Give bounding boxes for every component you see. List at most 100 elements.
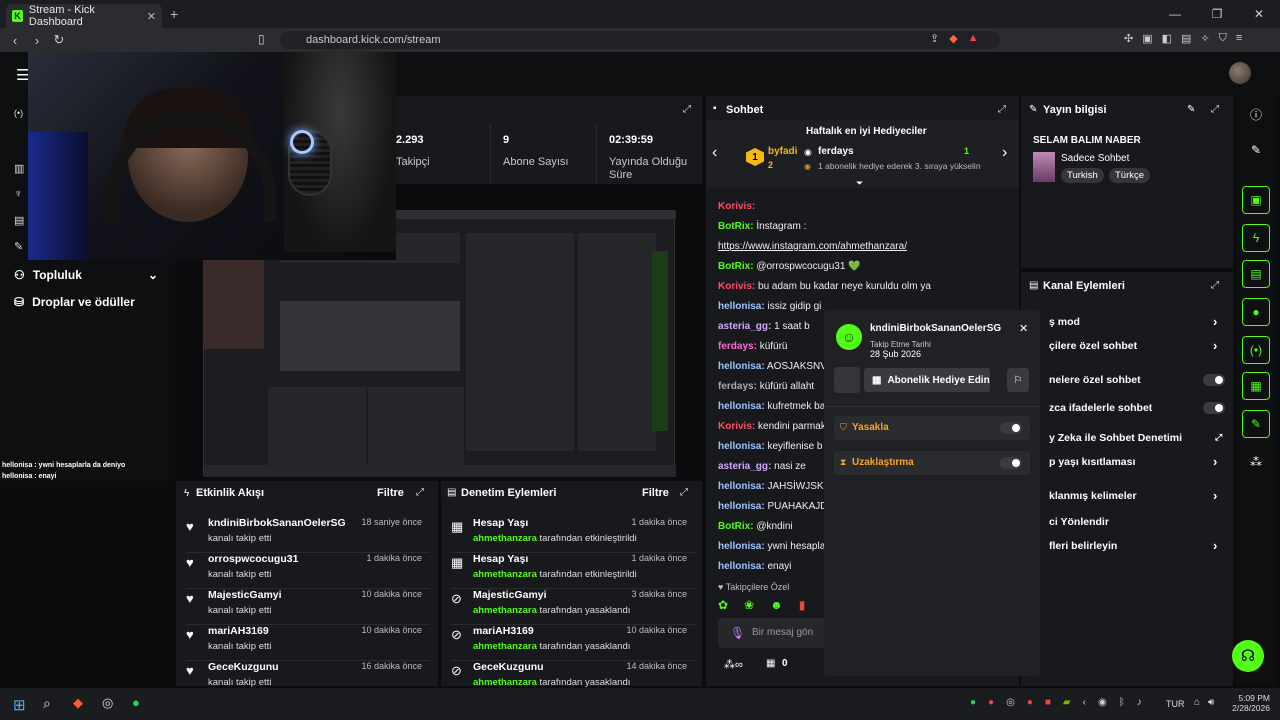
sidebar-item-drops[interactable]: ⛁ Droplar ve ödüller (14, 295, 135, 309)
timeout-row[interactable]: ⧗ Uzaklaştırma (834, 451, 1030, 475)
vpn-icon[interactable]: ⛉ (1219, 32, 1227, 45)
channel-action-row[interactable]: y Zeka ile Sohbet Denetimi ⤢ (1049, 432, 1229, 444)
activity-item[interactable]: ♥ kndiniBirbokSananOelerSG kanalı takip et… (186, 517, 430, 553)
chat-username[interactable]: ferdays: (718, 341, 757, 352)
scene-icon[interactable]: ▣ (1242, 186, 1270, 214)
moderation-item[interactable]: ▦ Hesap Yaşı ahmethanzara tarafından etkin… (451, 553, 695, 589)
document-icon[interactable]: ▤ (1242, 260, 1270, 288)
bluetooth-icon[interactable]: ᛒ (1119, 697, 1125, 708)
chat-bubble-icon[interactable]: ● (1242, 298, 1270, 326)
chevron-left-icon[interactable]: ‹ (712, 144, 717, 162)
infinity-icon[interactable]: ⁂∞ (724, 658, 743, 671)
wallet-icon[interactable]: ▤ (1181, 32, 1191, 45)
leo-icon[interactable]: ✧ (1200, 32, 1209, 45)
back-icon[interactable]: ‹ (4, 33, 26, 48)
pencil-icon[interactable]: ✎ (1242, 136, 1270, 164)
nvidia-icon[interactable]: ▰ (1063, 697, 1071, 708)
chat-username[interactable]: hellonisa: (718, 441, 765, 452)
windows-start-icon[interactable]: ⊞ (13, 696, 26, 714)
new-tab-icon[interactable]: + (170, 6, 178, 22)
chat-username[interactable]: hellonisa: (718, 361, 765, 372)
layout-icon[interactable]: ▦ (1242, 372, 1270, 400)
channel-action-row[interactable]: zca ifadelerle sohbet (1049, 402, 1229, 414)
chevron-right-icon[interactable]: › (1002, 144, 1007, 162)
channel-action-row[interactable]: nelere özel sohbet (1049, 374, 1229, 386)
channel-action-row[interactable]: ci Yönlendir (1049, 516, 1229, 528)
mic-icon[interactable]: ♪ (1137, 697, 1142, 708)
chat-username[interactable]: hellonisa: (718, 401, 765, 412)
chat-message[interactable]: https://www.instagram.com/ahmethanzara/ (718, 240, 1018, 254)
minimize-icon[interactable]: — (1154, 0, 1196, 28)
edit-icon[interactable]: ✎ (1187, 104, 1195, 115)
expand-icon[interactable]: ⤢ (416, 487, 424, 498)
media-icon[interactable]: ▣ (1142, 32, 1152, 45)
chat-username[interactable]: Korivis: (718, 281, 755, 292)
chat-username[interactable]: hellonisa: (718, 301, 765, 312)
stream-icon[interactable]: (•) (14, 108, 23, 118)
support-icon[interactable]: ☊ (1232, 640, 1264, 672)
action-toggle[interactable] (1203, 374, 1225, 386)
emote-icon[interactable]: ✿ (718, 598, 728, 612)
close-icon[interactable]: ✕ (1019, 322, 1028, 335)
tray-icon[interactable]: ■ (1045, 697, 1051, 708)
chat-username[interactable]: hellonisa: (718, 561, 765, 572)
chat-username[interactable]: Korivis: (718, 201, 755, 212)
chat-username[interactable]: Korivis: (718, 421, 755, 432)
action-toggle[interactable] (1203, 402, 1225, 414)
volume-icon[interactable]: 🔊︎ (1208, 697, 1214, 708)
moderation-item[interactable]: ⊘ MajesticGamyi ahmethanzara tarafından ya… (451, 589, 695, 625)
activity-item[interactable]: ♥ MajesticGamyi kanalı takip etti 10 dakika… (186, 589, 430, 625)
share-icon[interactable]: ⇪ (930, 32, 939, 45)
moderation-item[interactable]: ▦ Hesap Yaşı ahmethanzara tarafından etkin… (451, 517, 695, 553)
channel-action-row[interactable]: ş mod › (1049, 314, 1229, 329)
chat-username[interactable]: BotRix: (718, 221, 754, 232)
tray-icon[interactable]: ‹ (1083, 697, 1086, 708)
maximize-icon[interactable]: ❐ (1196, 0, 1238, 28)
mic-icon[interactable]: 🎙︎ (730, 626, 745, 640)
chat-username[interactable]: asteria_gg: (718, 321, 771, 332)
chat-message[interactable]: BotRix: İnstagram : (718, 220, 1018, 234)
menu-icon[interactable]: ≡ (1236, 32, 1242, 45)
sidebar-item-community[interactable]: ⚇ Topluluk ⌄ (14, 268, 158, 282)
filter-button[interactable]: Filtre (642, 487, 669, 499)
sidebar-toggle-icon[interactable]: ◧ (1162, 32, 1172, 45)
clock[interactable]: 5:09 PM 2/28/2026 (1230, 693, 1270, 713)
chat-username[interactable]: ferdays: (718, 381, 757, 392)
expand-icon[interactable]: ⤢ (998, 104, 1006, 115)
chat-username[interactable]: hellonisa: (718, 481, 765, 492)
timeout-toggle[interactable] (1000, 457, 1022, 469)
emote-icon[interactable]: ❀ (744, 598, 754, 612)
brave-icon[interactable]: ◆ (73, 695, 83, 711)
ban-row[interactable]: ⛉ Yasakla (834, 416, 1030, 440)
library-icon[interactable]: ▤ (14, 214, 24, 227)
reload-icon[interactable]: ↻ (48, 32, 70, 48)
expand-icon[interactable]: ⤢ (683, 104, 691, 115)
channel-action-row[interactable]: p yaşı kısıtlaması › (1049, 454, 1229, 469)
network-icon[interactable]: ⌂ (1194, 697, 1200, 708)
channel-action-row[interactable]: çilere özel sohbet › (1049, 338, 1229, 353)
chat-username[interactable]: BotRix: (718, 261, 754, 272)
analytics-icon[interactable]: ▥ (14, 162, 24, 175)
close-window-icon[interactable]: ✕ (1238, 0, 1280, 28)
chat-username[interactable]: hellonisa: (718, 541, 765, 552)
tray-icon[interactable]: ◎ (1006, 697, 1015, 708)
more-icon[interactable]: ⁂ (1242, 448, 1270, 476)
activity-item[interactable]: ♥ mariAH3169 kanalı takip etti 10 dakika ön… (186, 625, 430, 661)
expand-icon[interactable]: ⤢ (1211, 280, 1219, 291)
expand-icon[interactable]: ⤢ (1211, 104, 1219, 115)
chat-message[interactable]: Korivis: (718, 200, 1018, 214)
chat-message[interactable]: BotRix: @orrospwcocugu31 💚 (718, 260, 1018, 274)
lightning-icon[interactable]: ϟ (1242, 224, 1270, 252)
activity-item[interactable]: ♥ orrospwcocugu31 kanalı takip etti 1 dakik… (186, 553, 430, 589)
mod-action-icon[interactable]: ⚐ (1007, 368, 1029, 392)
spotify-tray-icon[interactable]: ● (970, 697, 976, 708)
wrench-icon[interactable]: ✎ (14, 240, 23, 253)
chat-username[interactable]: hellonisa: (718, 501, 765, 512)
moderation-item[interactable]: ⊘ mariAH3169 ahmethanzara tarafından yasak… (451, 625, 695, 661)
channel-action-row[interactable]: fleri belirleyin › (1049, 538, 1229, 553)
search-icon[interactable]: ⌕ (43, 695, 51, 712)
channel-action-row[interactable]: klanmış kelimeler › (1049, 488, 1229, 503)
spotify-icon[interactable]: ● (132, 695, 140, 710)
wrench-icon[interactable]: ✎ (1242, 410, 1270, 438)
filter-button[interactable]: Filtre (377, 487, 404, 499)
